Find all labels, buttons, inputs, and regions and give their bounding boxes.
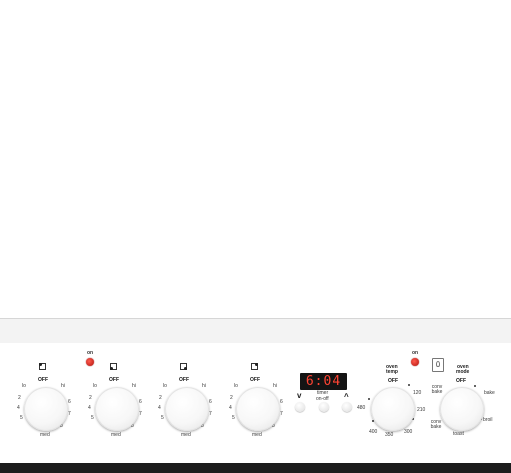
burner2-off-label: OFF [109,377,119,383]
oven-mode-knob[interactable] [440,387,484,431]
burner1-num: 5 [20,415,23,421]
burner2-num: 7 [139,411,142,417]
clock-up-button[interactable] [342,402,352,412]
burner2-num: 4 [88,405,91,411]
oven-mode-option: conv bake [430,419,442,430]
oven-mode-subtitle: mode [456,369,470,375]
oven-on-indicator [411,358,419,366]
burner2-lo: lo [93,383,97,389]
burner1-lo: lo [22,383,26,389]
burner2-med: med [111,432,121,438]
clock-time: 6:04 [305,374,342,389]
burner1-knob[interactable] [24,387,68,431]
burner4-num: 2 [230,395,233,401]
oven-mode-option: broil [483,417,493,423]
burner3-lo: lo [163,383,167,389]
cooktop-on-indicator [86,358,94,366]
burner2-num: 5 [91,415,94,421]
burner3-off-label: OFF [179,377,189,383]
burner4-num: 5 [232,415,235,421]
burner2-hi: hi [132,383,136,389]
oven-on-label: on [412,350,419,356]
burner3-num: 7 [209,411,212,417]
temp-tick [408,384,410,386]
oven-base [0,463,511,473]
mode-tick [474,385,476,387]
oven-temp-subtitle: temp [386,369,398,375]
oven-temp-off: OFF [388,378,398,384]
temp-tick [368,398,370,400]
oven-temp-value: 120 [413,390,422,396]
burner3-knob[interactable] [165,387,209,431]
burner1-num: 2 [18,395,21,401]
burner4-lo: lo [234,383,238,389]
timer-button[interactable] [319,402,329,412]
burner3-num: 5 [161,415,164,421]
burner-zone-icon-front-left [39,363,46,370]
oven-temp-value: 210 [417,407,426,413]
oven-temp-value: 300 [404,429,413,435]
burner1-num: 4 [17,405,20,411]
cooktop-edge [0,318,511,344]
burner4-off-label: OFF [250,377,260,383]
burner1-num: 7 [68,411,71,417]
oven-mode-option: toast [453,431,464,437]
oven-temp-value: 350 [385,432,394,438]
burner3-num: 4 [158,405,161,411]
up-arrow-icon: ^ [344,392,349,401]
oven-mode-option: bake [484,390,495,396]
burner-zone-icon-rear-left [110,363,117,370]
burner2-knob[interactable] [95,387,139,431]
burner-zone-icon-front-right [251,363,258,370]
burner3-num: 6 [209,399,212,405]
burner4-knob[interactable] [236,387,280,431]
burner3-hi: hi [202,383,206,389]
burner-zone-icon-rear-right [180,363,187,370]
burner3-num: 2 [159,395,162,401]
burner4-num: 6 [280,399,283,405]
clock-down-button[interactable] [295,402,305,412]
oven-temp-value: 400 [369,429,378,435]
burner1-num: 6 [68,399,71,405]
burner1-off-label: OFF [38,377,48,383]
burner2-num: 2 [89,395,92,401]
burner4-med: med [252,432,262,438]
oven-mode-option: conv bake [431,384,443,395]
burner2-num: 6 [139,399,142,405]
down-arrow-icon: v [297,391,302,400]
burner3-med: med [181,432,191,438]
burner4-hi: hi [273,383,277,389]
cooktop-on-label: on [87,350,94,356]
burner1-med: med [40,432,50,438]
oven-mode-off: OFF [456,378,466,384]
burner4-num: 7 [280,411,283,417]
clock-display: 6:04 [300,373,347,390]
oven-temp-knob[interactable] [371,387,415,431]
burner1-hi: hi [61,383,65,389]
oven-light-icon[interactable] [432,358,444,372]
burner4-num: 4 [229,405,232,411]
oven-temp-value: 480 [357,405,366,411]
